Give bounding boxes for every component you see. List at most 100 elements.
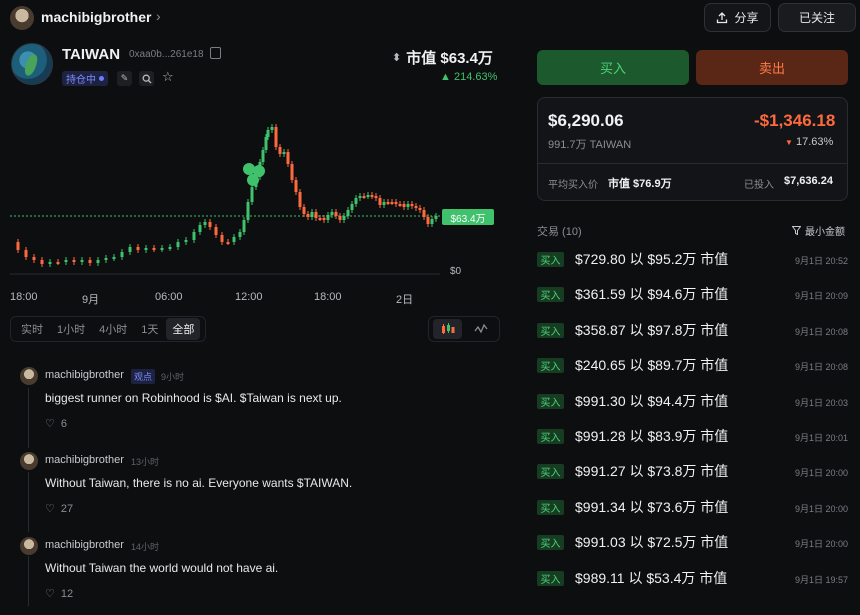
candle-body (382, 202, 386, 205)
chevron-right-icon[interactable]: › (156, 8, 161, 24)
candle-body (64, 260, 68, 262)
sell-button[interactable]: 卖出 (696, 50, 848, 85)
timeframe-1d[interactable]: 1天 (135, 318, 164, 340)
candle-body (192, 232, 196, 240)
token-logo (11, 43, 53, 85)
buy-button[interactable]: 买入 (537, 50, 689, 85)
candle-body (144, 248, 148, 250)
candle-body (120, 252, 124, 257)
candle-body (342, 216, 346, 220)
comment-avatar[interactable] (20, 452, 38, 470)
candle-body (226, 242, 230, 244)
candle-body (414, 206, 418, 208)
price-chart[interactable] (0, 92, 500, 314)
trade-description[interactable]: $240.65 以 $89.7万 市值 (575, 355, 728, 375)
timeframe-4h[interactable]: 4小时 (93, 318, 133, 340)
share-button[interactable]: 分享 (704, 3, 771, 32)
candle-body (203, 222, 207, 225)
trade-description[interactable]: $991.27 以 $73.8万 市值 (575, 461, 728, 481)
comment-time: 14小时 (131, 542, 160, 552)
candle-body (294, 180, 298, 192)
thread-line (28, 556, 29, 606)
like-button[interactable]: ♡ 27 (45, 502, 73, 516)
trades-title: 交易 (10) (537, 226, 582, 238)
candle-body (318, 218, 322, 220)
user-avatar[interactable] (10, 6, 34, 30)
avg-price-value: 市值 $76.9万 (608, 178, 672, 190)
candle-body (378, 198, 382, 205)
timeframe-1h[interactable]: 1小时 (51, 318, 91, 340)
holding-badge: 持仓中 (62, 71, 108, 86)
timeframe-realtime[interactable]: 实时 (15, 318, 49, 340)
trade-side-badge: 买入 (537, 393, 564, 409)
candle-body (406, 204, 410, 207)
candle-body (242, 220, 246, 232)
candle-body (402, 204, 406, 207)
trade-side-badge: 买入 (537, 499, 564, 515)
heart-icon: ♡ (45, 588, 55, 600)
candle-body (246, 202, 250, 220)
avg-price-label: 平均买入价 (548, 180, 598, 191)
trade-time: 9月1日 20:00 (795, 468, 849, 479)
line-chart-icon[interactable] (466, 319, 495, 339)
candle-body (24, 250, 28, 257)
like-button[interactable]: ♡ 6 (45, 417, 67, 431)
trade-time: 9月1日 20:00 (795, 539, 849, 550)
candlestick-chart-icon[interactable] (433, 319, 462, 339)
candle-body (208, 222, 212, 227)
trade-time: 9月1日 20:09 (795, 291, 849, 302)
x-tick: 18:00 (10, 291, 38, 303)
like-button[interactable]: ♡ 12 (45, 587, 73, 601)
copy-icon[interactable] (210, 47, 221, 59)
candle-body (290, 164, 294, 180)
follow-button[interactable]: 已关注 (778, 3, 856, 32)
candle-body (128, 247, 132, 252)
candle-body (386, 202, 390, 204)
candle-body (330, 212, 334, 215)
trade-description[interactable]: $729.80 以 $95.2万 市值 (575, 249, 728, 269)
comment-username[interactable]: machibigbrother (45, 454, 124, 466)
min-amount-filter[interactable]: 最小金额 (792, 223, 845, 238)
comment-badge: 观点 (131, 369, 156, 384)
username-link[interactable]: machibigbrother (41, 9, 151, 25)
trade-description[interactable]: $358.87 以 $97.8万 市值 (575, 320, 728, 340)
edit-icon[interactable]: ✎ (117, 71, 132, 86)
trade-description[interactable]: $991.03 以 $72.5万 市值 (575, 532, 728, 552)
trade-description[interactable]: $991.30 以 $94.4万 市值 (575, 391, 728, 411)
trade-description[interactable]: $991.34 以 $73.6万 市值 (575, 497, 728, 517)
candle-body (168, 247, 172, 249)
trade-description[interactable]: $991.28 以 $83.9万 市值 (575, 426, 728, 446)
trade-side-badge: 买入 (537, 322, 564, 338)
x-tick: 06:00 (155, 291, 183, 303)
x-tick: 12:00 (235, 291, 263, 303)
candle-body (346, 210, 350, 216)
y-axis-zero-label: $0 (450, 266, 462, 277)
trade-time: 9月1日 20:52 (795, 256, 849, 266)
comment-text: Without Taiwan, there is no ai. Everyone… (45, 476, 353, 490)
trade-marker[interactable] (243, 163, 265, 186)
comment-avatar[interactable] (20, 537, 38, 555)
comment-avatar[interactable] (20, 367, 38, 385)
candle-body (32, 257, 36, 260)
star-icon[interactable]: ☆ (162, 69, 174, 85)
candle-body (160, 248, 164, 250)
trade-description[interactable]: $989.11 以 $53.4万 市值 (575, 568, 727, 588)
candle-body (426, 217, 430, 224)
candle-body (264, 137, 268, 150)
candle-body (370, 195, 374, 197)
position-divider (537, 163, 848, 164)
trade-side-badge: 买入 (537, 464, 564, 480)
arrow-down-icon: ▼ (785, 138, 793, 147)
position-amount: 991.7万 TAIWAN (548, 139, 632, 151)
market-cap[interactable]: ⬍ 市值 $63.4万 (392, 47, 493, 68)
timeframe-all[interactable]: 全部 (166, 318, 201, 340)
x-tick: 18:00 (314, 291, 342, 303)
current-price-tag: $63.4万 (442, 209, 494, 225)
trade-description[interactable]: $361.59 以 $94.6万 市值 (575, 284, 728, 304)
comment-time: 9小时 (161, 372, 185, 382)
chart-type-selector (428, 316, 500, 342)
search-icon[interactable] (139, 71, 154, 86)
invested-value: $7,636.24 (784, 175, 833, 187)
comment-username[interactable]: machibigbrother (45, 369, 124, 381)
comment-username[interactable]: machibigbrother (45, 539, 124, 551)
